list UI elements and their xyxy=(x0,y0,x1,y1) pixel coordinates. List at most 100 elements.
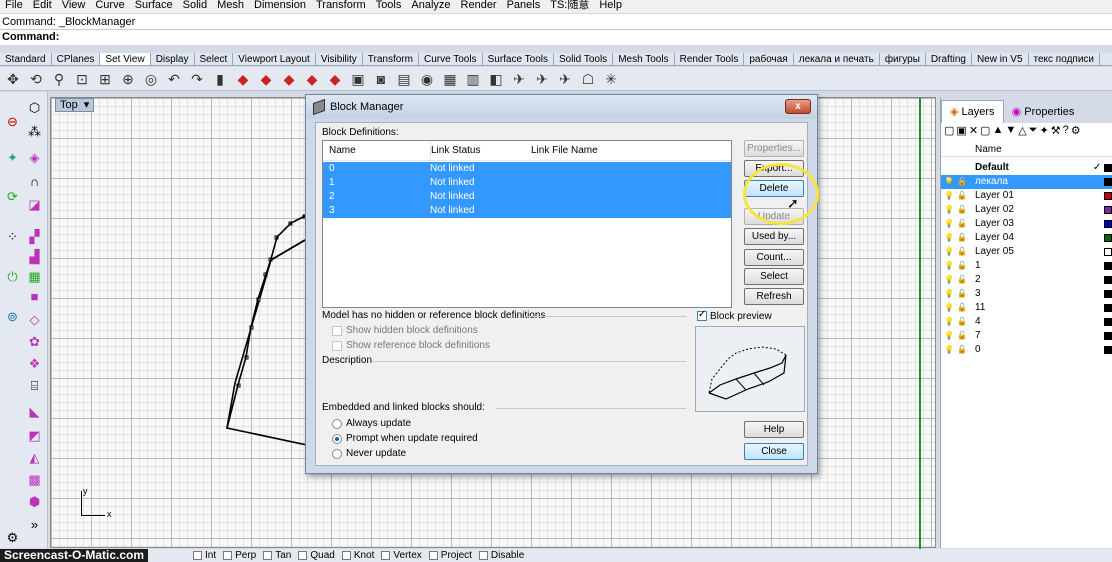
layer-row[interactable]: 💡 🔓 1 xyxy=(941,259,1112,273)
block-row[interactable]: 1 Not linked xyxy=(323,176,731,190)
layer-color-swatch[interactable] xyxy=(1104,290,1112,298)
tab-17[interactable]: New in V5 xyxy=(972,53,1029,65)
menu-item-5[interactable]: Solid xyxy=(178,0,212,13)
block-row[interactable]: 3 Not linked xyxy=(323,204,731,218)
flow-surface-icon[interactable]: ▩ xyxy=(25,470,44,489)
tab-9[interactable]: Surface Tools xyxy=(483,53,554,65)
tab-layers[interactable]: ◈ Layers xyxy=(941,100,1004,123)
cage-icon[interactable]: ◇ xyxy=(25,310,44,329)
menu-item-13[interactable]: TS:随意 xyxy=(545,0,594,13)
menu-item-2[interactable]: View xyxy=(57,0,91,13)
layer-color-swatch[interactable] xyxy=(1104,234,1112,242)
zoom-window-icon[interactable]: ⊡ xyxy=(72,69,92,89)
tab-10[interactable]: Solid Tools xyxy=(554,53,614,65)
car-icon[interactable]: ◆ xyxy=(233,69,253,89)
zoom-selected-icon[interactable]: ⊕ xyxy=(118,69,138,89)
magnet-icon[interactable]: ∩ xyxy=(25,172,44,191)
cube-icon[interactable]: ▦ xyxy=(440,69,460,89)
show-reference-checkbox[interactable] xyxy=(332,341,342,351)
close-button[interactable]: Close xyxy=(744,443,804,460)
lock-icon[interactable]: 🔓 xyxy=(957,231,967,245)
axes-icon[interactable]: ✦ xyxy=(3,148,22,167)
rotate-view-icon[interactable]: ⟲ xyxy=(26,69,46,89)
layer-color-swatch[interactable] xyxy=(1104,332,1112,340)
tab-14[interactable]: лекала и печать xyxy=(794,53,880,65)
move-down-icon[interactable]: ▼ xyxy=(1005,124,1016,140)
new-layer-icon[interactable]: ▢ xyxy=(944,124,954,140)
menu-item-4[interactable]: Surface xyxy=(130,0,178,13)
layer-color-swatch[interactable] xyxy=(1104,276,1112,284)
car-icon[interactable]: ◆ xyxy=(325,69,345,89)
lightbulb-icon[interactable]: 💡 xyxy=(944,301,954,315)
lightbulb-icon[interactable]: 💡 xyxy=(944,217,954,231)
layer-color-swatch[interactable] xyxy=(1104,304,1112,312)
lightbulb-icon[interactable]: 💡 xyxy=(944,259,954,273)
tab-2[interactable]: Set View xyxy=(100,53,151,65)
tab-18[interactable]: текс подписи xyxy=(1029,53,1100,65)
lock-icon[interactable]: 🔓 xyxy=(957,245,967,259)
power-icon[interactable]: ⏻ xyxy=(3,267,22,286)
more-tools-icon[interactable]: » xyxy=(25,515,44,534)
layer-color-swatch[interactable] xyxy=(1104,262,1112,270)
layer-row[interactable]: 💡 🔓 0 xyxy=(941,343,1112,357)
lock-icon[interactable]: 🔓 xyxy=(957,315,967,329)
osnap-checkbox[interactable] xyxy=(381,551,391,560)
taper-icon[interactable]: ◭ xyxy=(25,448,44,467)
undo-view-icon[interactable]: ↶ xyxy=(164,69,184,89)
gear-icon[interactable]: ⚙ xyxy=(3,528,22,547)
cube-icon[interactable]: ■ xyxy=(25,287,44,306)
move-up-icon[interactable]: ▲ xyxy=(992,124,1003,140)
grid-points-icon[interactable]: ⁂ xyxy=(25,122,44,141)
lock-icon[interactable]: 🔓 xyxy=(957,343,967,357)
properties-button[interactable]: Properties... xyxy=(744,140,804,157)
layer-color-swatch[interactable] xyxy=(1104,318,1112,326)
osnap-int[interactable]: Int xyxy=(193,550,216,561)
block-row[interactable]: 0 Not linked xyxy=(323,162,731,176)
lock-icon[interactable]: 🔓 xyxy=(957,175,967,189)
redo-view-icon[interactable]: ↷ xyxy=(187,69,207,89)
osnap-disable[interactable]: Disable xyxy=(478,550,524,561)
menu-item-9[interactable]: Tools xyxy=(371,0,407,13)
radio-prompt-update[interactable] xyxy=(332,434,342,444)
lock-icon[interactable]: 🔓 xyxy=(957,217,967,231)
layer-row[interactable]: 💡 🔓 Layer 05 xyxy=(941,245,1112,259)
column-header[interactable]: Link Status xyxy=(430,141,480,161)
lightbulb-icon[interactable]: 💡 xyxy=(944,203,954,217)
grid-icon[interactable]: ▦ xyxy=(25,267,44,286)
osnap-quad[interactable]: Quad xyxy=(298,550,335,561)
car-icon[interactable]: ◆ xyxy=(279,69,299,89)
lock-icon[interactable]: 🔓 xyxy=(957,273,967,287)
pan-icon[interactable]: ✥ xyxy=(3,69,23,89)
move-up-icon[interactable]: △ xyxy=(1018,124,1026,140)
array-icon[interactable]: ⁘ xyxy=(3,227,22,246)
osnap-vertex[interactable]: Vertex xyxy=(381,550,422,561)
osnap-checkbox[interactable] xyxy=(298,551,308,560)
lightbulb-icon[interactable]: 💡 xyxy=(944,315,954,329)
tab-11[interactable]: Mesh Tools xyxy=(613,53,675,65)
disc-icon[interactable]: ◉ xyxy=(417,69,437,89)
layer-row[interactable]: 💡 🔓 лекала xyxy=(941,175,1112,189)
tab-15[interactable]: фигуры xyxy=(880,53,926,65)
menu-item-11[interactable]: Render xyxy=(456,0,502,13)
tab-13[interactable]: рабочая xyxy=(744,53,794,65)
lightbulb-icon[interactable]: 💡 xyxy=(944,343,954,357)
snap-icon[interactable]: ⟳ xyxy=(3,187,22,206)
tab-0[interactable]: Standard xyxy=(0,53,52,65)
osnap-knot[interactable]: Knot xyxy=(341,550,374,561)
new-sublayer-icon[interactable]: ▣ xyxy=(956,124,966,140)
lightbulb-icon[interactable]: 💡 xyxy=(944,287,954,301)
plane-icon[interactable]: ✈ xyxy=(532,69,552,89)
tab-properties[interactable]: ◉ Properties xyxy=(1004,101,1083,123)
menu-item-0[interactable]: File xyxy=(0,0,28,13)
tools-icon[interactable]: ⚒ xyxy=(1051,124,1061,140)
menu-item-14[interactable]: Help xyxy=(594,0,627,13)
lightbulb-icon[interactable]: 💡 xyxy=(944,175,954,189)
phone-icon[interactable]: ▮ xyxy=(210,69,230,89)
menu-item-10[interactable]: Analyze xyxy=(406,0,455,13)
radio-always-update[interactable] xyxy=(332,419,342,429)
layer-color-swatch[interactable] xyxy=(1104,192,1112,200)
tab-16[interactable]: Drafting xyxy=(926,53,972,65)
target-icon[interactable]: ✳ xyxy=(601,69,621,89)
layer-row[interactable]: 💡 🔓 Layer 01 xyxy=(941,189,1112,203)
menu-item-8[interactable]: Transform xyxy=(311,0,371,13)
